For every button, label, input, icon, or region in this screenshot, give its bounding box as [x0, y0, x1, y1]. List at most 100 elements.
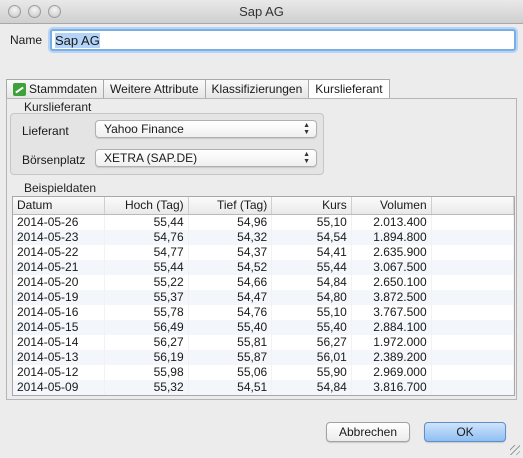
title-bar: Sap AG	[0, 0, 523, 24]
table-cell-empty	[431, 274, 514, 290]
table-row[interactable]: 2014-05-12 55,98 55,06 55,90 2.969.000	[13, 364, 514, 380]
table-cell: 54,41	[271, 244, 352, 260]
column-header-hoch[interactable]: Hoch (Tag)	[104, 197, 189, 215]
table-cell-empty	[431, 349, 514, 365]
table-cell: 2.650.100	[351, 274, 432, 290]
column-header-kurs[interactable]: Kurs	[271, 197, 352, 215]
window-title: Sap AG	[239, 4, 284, 19]
table-cell: 55,81	[188, 334, 273, 350]
table-cell-empty	[431, 214, 514, 230]
table-cell: 2.389.200	[351, 349, 432, 365]
table-row[interactable]: 2014-05-23 54,76 54,32 54,54 1.894.800	[13, 229, 514, 245]
table-cell-empty	[431, 244, 514, 260]
lieferant-select[interactable]: Yahoo Finance ▲ ▼	[95, 120, 317, 138]
resize-grip-icon[interactable]	[510, 445, 520, 455]
tab-klassifizierungen[interactable]: Klassifizierungen	[204, 79, 309, 99]
table-cell: 2.884.100	[351, 319, 432, 335]
table-cell: 54,47	[188, 289, 273, 305]
tab-stammdaten[interactable]: Stammdaten	[6, 79, 104, 99]
cancel-button[interactable]: Abbrechen	[326, 422, 410, 442]
ok-button[interactable]: OK	[424, 422, 506, 442]
table-cell: 56,49	[104, 319, 189, 335]
column-header-tief[interactable]: Tief (Tag)	[188, 197, 273, 215]
table-cell: 54,84	[271, 274, 352, 290]
table-row[interactable]: 2014-05-15 56,49 55,40 55,40 2.884.100	[13, 319, 514, 335]
table-cell: 54,96	[188, 214, 273, 230]
table-cell: 56,19	[104, 349, 189, 365]
column-header-empty	[431, 197, 514, 215]
table-cell: 2014-05-13	[13, 349, 106, 365]
tab-weitere-attribute[interactable]: Weitere Attribute	[103, 79, 205, 99]
tab-label: Stammdaten	[29, 82, 98, 96]
table-row[interactable]: 2014-05-14 56,27 55,81 56,27 1.972.000	[13, 334, 514, 350]
table-cell: 54,84	[271, 379, 352, 395]
table-cell: 2014-05-16	[13, 304, 106, 320]
table-cell: 55,37	[104, 289, 189, 305]
table-cell: 55,40	[188, 319, 273, 335]
name-value: Sap AG	[55, 33, 100, 48]
stepper-arrows-icon: ▲ ▼	[303, 122, 310, 136]
table-row[interactable]: 2014-05-19 55,37 54,47 54,80 3.872.500	[13, 289, 514, 305]
table-cell: 2.013.400	[351, 214, 432, 230]
table-cell: 55,40	[271, 319, 352, 335]
column-header-datum[interactable]: Datum	[13, 197, 106, 215]
table-cell: 55,90	[271, 364, 352, 380]
kurslieferant-section-title: Kurslieferant	[24, 100, 92, 114]
table-cell: 55,44	[271, 259, 352, 275]
table-cell: 3.816.700	[351, 379, 432, 395]
tab-kurslieferant[interactable]: Kurslieferant	[308, 79, 390, 99]
beispieldaten-section-title: Beispieldaten	[24, 181, 97, 195]
table-cell: 55,87	[188, 349, 273, 365]
table-cell-empty	[431, 229, 514, 245]
beispieldaten-table[interactable]: Datum Hoch (Tag) Tief (Tag) Kurs Volumen…	[12, 196, 515, 396]
boersenplatz-label: Börsenplatz	[22, 153, 86, 167]
table-cell: 54,37	[188, 244, 273, 260]
table-cell: 2014-05-09	[13, 379, 106, 395]
table-cell: 2.969.000	[351, 364, 432, 380]
table-row[interactable]: 2014-05-22 54,77 54,37 54,41 2.635.900	[13, 244, 514, 260]
table-cell: 54,66	[188, 274, 273, 290]
table-row[interactable]: 2014-05-26 55,44 54,96 55,10 2.013.400	[13, 214, 514, 230]
name-input[interactable]: Sap AG	[50, 29, 516, 51]
table-row[interactable]: 2014-05-16 55,78 54,76 55,10 3.767.500	[13, 304, 514, 320]
table-cell: 54,77	[104, 244, 189, 260]
table-cell: 54,52	[188, 259, 273, 275]
table-cell: 54,54	[271, 229, 352, 245]
table-cell: 55,98	[104, 364, 189, 380]
tab-label: Kurslieferant	[315, 82, 383, 96]
table-cell: 2.635.900	[351, 244, 432, 260]
table-cell-empty	[431, 364, 514, 380]
table-header-row: Datum Hoch (Tag) Tief (Tag) Kurs Volumen	[13, 197, 514, 215]
chart-icon	[13, 82, 26, 96]
table-cell: 3.767.500	[351, 304, 432, 320]
table-cell: 3.067.500	[351, 259, 432, 275]
table-cell: 2014-05-20	[13, 274, 106, 290]
table-cell: 2014-05-26	[13, 214, 106, 230]
boersenplatz-value: XETRA (SAP.DE)	[104, 151, 198, 165]
table-cell: 55,10	[271, 304, 352, 320]
column-header-volumen[interactable]: Volumen	[351, 197, 432, 215]
stepper-arrows-icon: ▲ ▼	[303, 151, 310, 165]
tab-label: Klassifizierungen	[211, 82, 303, 96]
table-cell-empty	[431, 304, 514, 320]
table-cell-empty	[431, 379, 514, 395]
table-row[interactable]: 2014-05-21 55,44 54,52 55,44 3.067.500	[13, 259, 514, 275]
table-row[interactable]: 2014-05-09 55,32 54,51 54,84 3.816.700	[13, 379, 514, 395]
table-cell: 2014-05-15	[13, 319, 106, 335]
table-cell: 2014-05-19	[13, 289, 106, 305]
table-cell: 3.872.500	[351, 289, 432, 305]
table-cell: 2014-05-14	[13, 334, 106, 350]
table-row[interactable]: 2014-05-20 55,22 54,66 54,84 2.650.100	[13, 274, 514, 290]
lieferant-label: Lieferant	[22, 124, 69, 138]
table-cell: 55,10	[271, 214, 352, 230]
table-cell: 2014-05-21	[13, 259, 106, 275]
tab-bar: Stammdaten Weitere Attribute Klassifizie…	[6, 79, 390, 99]
table-cell: 54,32	[188, 229, 273, 245]
lieferant-value: Yahoo Finance	[104, 122, 184, 136]
table-cell-empty	[431, 289, 514, 305]
table-row[interactable]: 2014-05-13 56,19 55,87 56,01 2.389.200	[13, 349, 514, 365]
boersenplatz-select[interactable]: XETRA (SAP.DE) ▲ ▼	[95, 149, 317, 167]
table-cell: 2014-05-12	[13, 364, 106, 380]
table-cell: 55,44	[104, 259, 189, 275]
table-cell: 55,32	[104, 379, 189, 395]
